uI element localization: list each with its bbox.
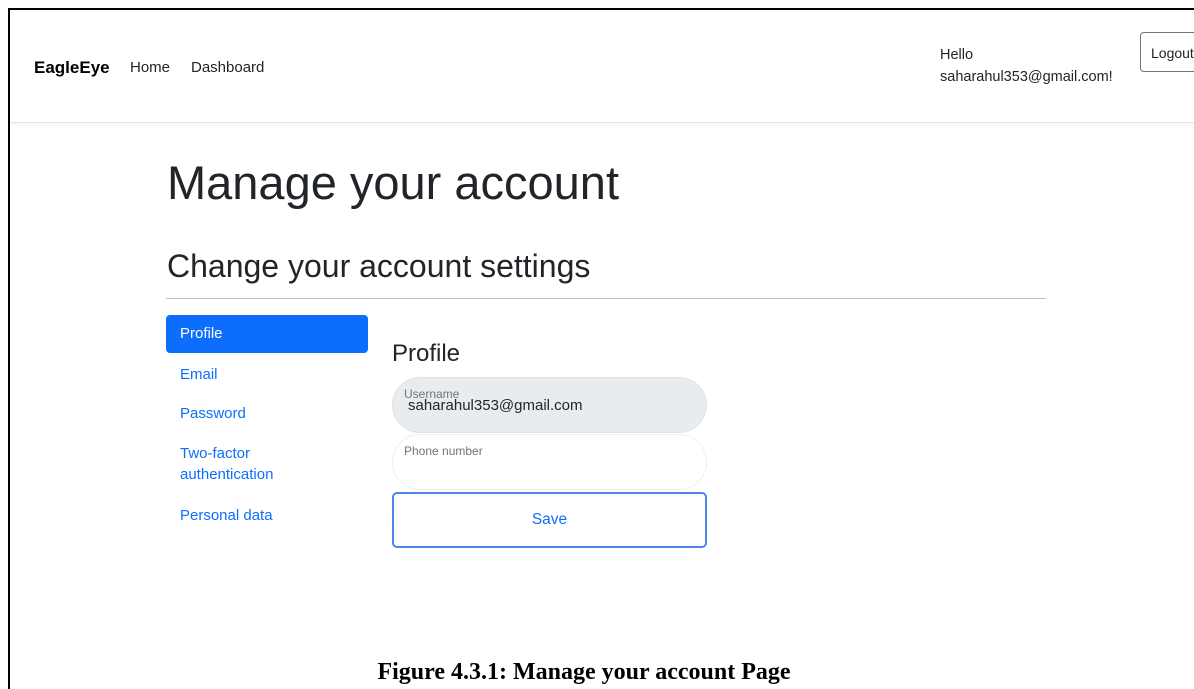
top-navbar: EagleEye Home Dashboard Hello saharahul3… bbox=[10, 10, 1194, 123]
divider bbox=[166, 298, 1046, 299]
sidebar-item-two-factor[interactable]: Two-factor authentication bbox=[166, 443, 316, 485]
screenshot-frame: EagleEye Home Dashboard Hello saharahul3… bbox=[8, 8, 1194, 689]
phone-number-label: Phone number bbox=[404, 444, 483, 458]
save-button[interactable]: Save bbox=[392, 492, 707, 548]
nav-link-dashboard[interactable]: Dashboard bbox=[191, 59, 264, 76]
sidebar-item-profile[interactable]: Profile bbox=[166, 315, 368, 353]
phone-number-field[interactable]: Phone number bbox=[392, 434, 707, 490]
nav-link-home[interactable]: Home bbox=[130, 59, 170, 76]
page-subtitle: Change your account settings bbox=[167, 248, 591, 284]
user-greeting[interactable]: Hello saharahul353@gmail.com! bbox=[940, 44, 1160, 88]
figure-caption-text: Figure 4.3.1: Manage your account Page bbox=[377, 659, 791, 685]
page-title: Manage your account bbox=[167, 156, 620, 209]
logout-button[interactable]: Logout bbox=[1140, 32, 1194, 72]
greeting-email: saharahul353@gmail.com! bbox=[940, 69, 1113, 85]
sidebar-item-personal-data[interactable]: Personal data bbox=[166, 507, 368, 524]
sidebar-item-password[interactable]: Password bbox=[166, 405, 368, 422]
sidebar-item-email[interactable]: Email bbox=[166, 366, 368, 383]
figure-caption: Figure 4.3.1: Manage your account Page bbox=[10, 659, 1194, 686]
greeting-hello: Hello bbox=[940, 47, 974, 63]
username-value: saharahul353@gmail.com bbox=[408, 397, 583, 414]
brand-logo[interactable]: EagleEye bbox=[34, 58, 110, 78]
username-field[interactable]: Username saharahul353@gmail.com bbox=[392, 377, 707, 433]
profile-heading: Profile bbox=[392, 340, 461, 367]
